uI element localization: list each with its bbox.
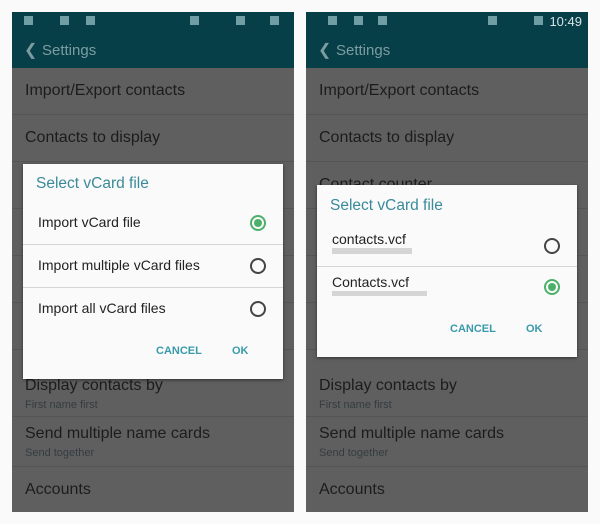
status-icon (60, 16, 69, 25)
status-icon (354, 16, 363, 25)
app-bar-title[interactable]: Settings (42, 42, 96, 59)
file-option-contacts-vcf[interactable]: contacts.vcf (317, 223, 577, 267)
status-icon (378, 16, 387, 25)
ok-button[interactable]: OK (232, 345, 249, 357)
option-import-vcard-file[interactable]: Import vCard file (23, 202, 283, 245)
radio-selected-icon[interactable] (544, 279, 560, 295)
app-bar-title[interactable]: Settings (336, 42, 390, 59)
file-path-redacted (332, 291, 427, 296)
radio-unselected-icon[interactable] (250, 258, 266, 274)
status-icon (270, 16, 279, 25)
status-clock: 10:49 (549, 14, 582, 29)
setting-subtitle: First name first (25, 399, 98, 411)
setting-label: Contacts to display (319, 129, 455, 146)
option-label: Import multiple vCard files (38, 257, 200, 273)
status-bar (12, 12, 294, 32)
file-path-redacted (332, 248, 412, 254)
dialog-title: Select vCard file (330, 197, 443, 214)
phone-screen-right: 10:49 ❮ Settings Import/Export contacts … (306, 12, 588, 512)
file-name: contacts.vcf (332, 231, 406, 247)
setting-import-export[interactable]: Import/Export contacts (12, 68, 294, 115)
cancel-button[interactable]: CANCEL (156, 345, 202, 357)
setting-label: Display contacts by (25, 377, 163, 394)
setting-label: Send multiple name cards (25, 425, 210, 442)
radio-unselected-icon[interactable] (250, 301, 266, 317)
setting-send-multiple[interactable]: Send multiple name cards Send together (12, 417, 294, 467)
dialog-title: Select vCard file (36, 175, 149, 192)
status-icon (534, 16, 543, 25)
setting-display-contacts-by[interactable]: Display contacts by First name first (306, 350, 588, 417)
setting-label: Accounts (319, 481, 385, 498)
setting-contacts-to-display[interactable]: Contacts to display (306, 115, 588, 162)
option-label: Import vCard file (38, 214, 141, 230)
status-icon (488, 16, 497, 25)
option-label: Import all vCard files (38, 300, 166, 316)
status-icon (236, 16, 245, 25)
file-name: Contacts.vcf (332, 274, 410, 290)
status-icon (86, 16, 95, 25)
app-bar: ❮ Settings (12, 32, 294, 68)
status-bar: 10:49 (306, 12, 588, 32)
chevron-left-icon[interactable]: ❮ (318, 40, 331, 60)
status-icon (190, 16, 199, 25)
option-import-multiple-vcard-files[interactable]: Import multiple vCard files (23, 245, 283, 288)
select-vcard-dialog: Select vCard file Import vCard file Impo… (23, 164, 283, 379)
setting-subtitle: First name first (319, 399, 392, 411)
chevron-left-icon[interactable]: ❮ (24, 40, 37, 60)
setting-send-multiple[interactable]: Send multiple name cards Send together (306, 417, 588, 467)
ok-button[interactable]: OK (526, 323, 543, 335)
radio-unselected-icon[interactable] (544, 238, 560, 254)
setting-accounts[interactable]: Accounts (12, 467, 294, 512)
cancel-button[interactable]: CANCEL (450, 323, 496, 335)
status-icon (328, 16, 337, 25)
file-option-Contacts-vcf[interactable]: Contacts.vcf (317, 267, 577, 309)
setting-contacts-to-display[interactable]: Contacts to display (12, 115, 294, 162)
radio-selected-icon[interactable] (250, 215, 266, 231)
option-import-all-vcard-files[interactable]: Import all vCard files (23, 288, 283, 330)
setting-label: Send multiple name cards (319, 425, 504, 442)
select-vcard-file-dialog: Select vCard file contacts.vcf Contacts.… (317, 185, 577, 357)
setting-label: Import/Export contacts (25, 82, 186, 99)
setting-subtitle: Send together (25, 447, 95, 459)
app-bar: ❮ Settings (306, 32, 588, 68)
phone-screen-left: ❮ Settings Import/Export contacts Contac… (12, 12, 294, 512)
setting-label: Accounts (25, 481, 91, 498)
setting-label: Contacts to display (25, 129, 161, 146)
setting-accounts[interactable]: Accounts (306, 467, 588, 512)
setting-import-export[interactable]: Import/Export contacts (306, 68, 588, 115)
setting-label: Display contacts by (319, 377, 457, 394)
setting-subtitle: Send together (319, 447, 389, 459)
status-icon (24, 16, 33, 25)
setting-label: Import/Export contacts (319, 82, 480, 99)
